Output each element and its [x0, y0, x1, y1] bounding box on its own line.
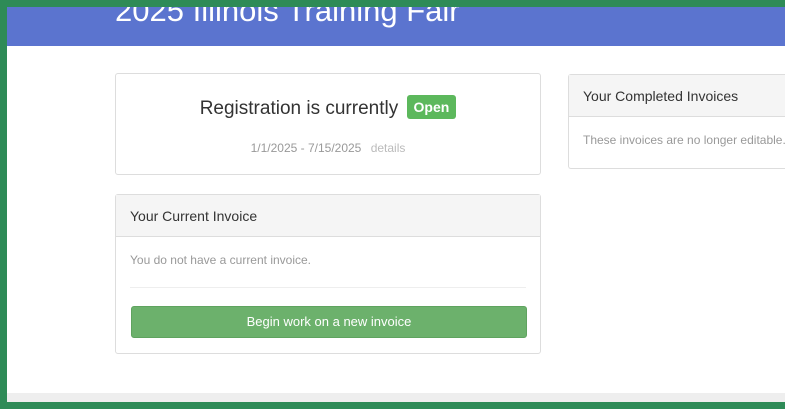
registration-dates-line: 1/1/2025 - 7/15/2025 details — [116, 141, 540, 155]
current-invoice-message: You do not have a current invoice. — [130, 253, 312, 267]
registration-panel: Registration is currently Open 1/1/2025 … — [115, 73, 541, 175]
completed-invoices-panel: Your Completed Invoices These invoices a… — [568, 74, 785, 169]
page-header: 2025 Illinois Training Fair — [7, 7, 785, 46]
completed-invoices-heading: Your Completed Invoices — [569, 75, 785, 117]
divider — [130, 287, 526, 288]
footer-bar — [7, 393, 785, 402]
registration-status-line: Registration is currently Open — [116, 95, 540, 120]
begin-new-invoice-button[interactable]: Begin work on a new invoice — [131, 306, 527, 338]
page-frame: 2025 Illinois Training Fair Registration… — [0, 0, 785, 409]
current-invoice-heading: Your Current Invoice — [116, 195, 540, 237]
completed-invoices-message: These invoices are no longer editable. — [583, 133, 785, 147]
status-badge: Open — [406, 95, 457, 119]
page-title: 2025 Illinois Training Fair — [115, 7, 460, 28]
registration-status-text: Registration is currently — [199, 98, 399, 119]
details-link[interactable]: details — [371, 141, 406, 155]
registration-dates: 1/1/2025 - 7/15/2025 — [250, 141, 362, 155]
current-invoice-panel: Your Current Invoice You do not have a c… — [115, 194, 541, 354]
